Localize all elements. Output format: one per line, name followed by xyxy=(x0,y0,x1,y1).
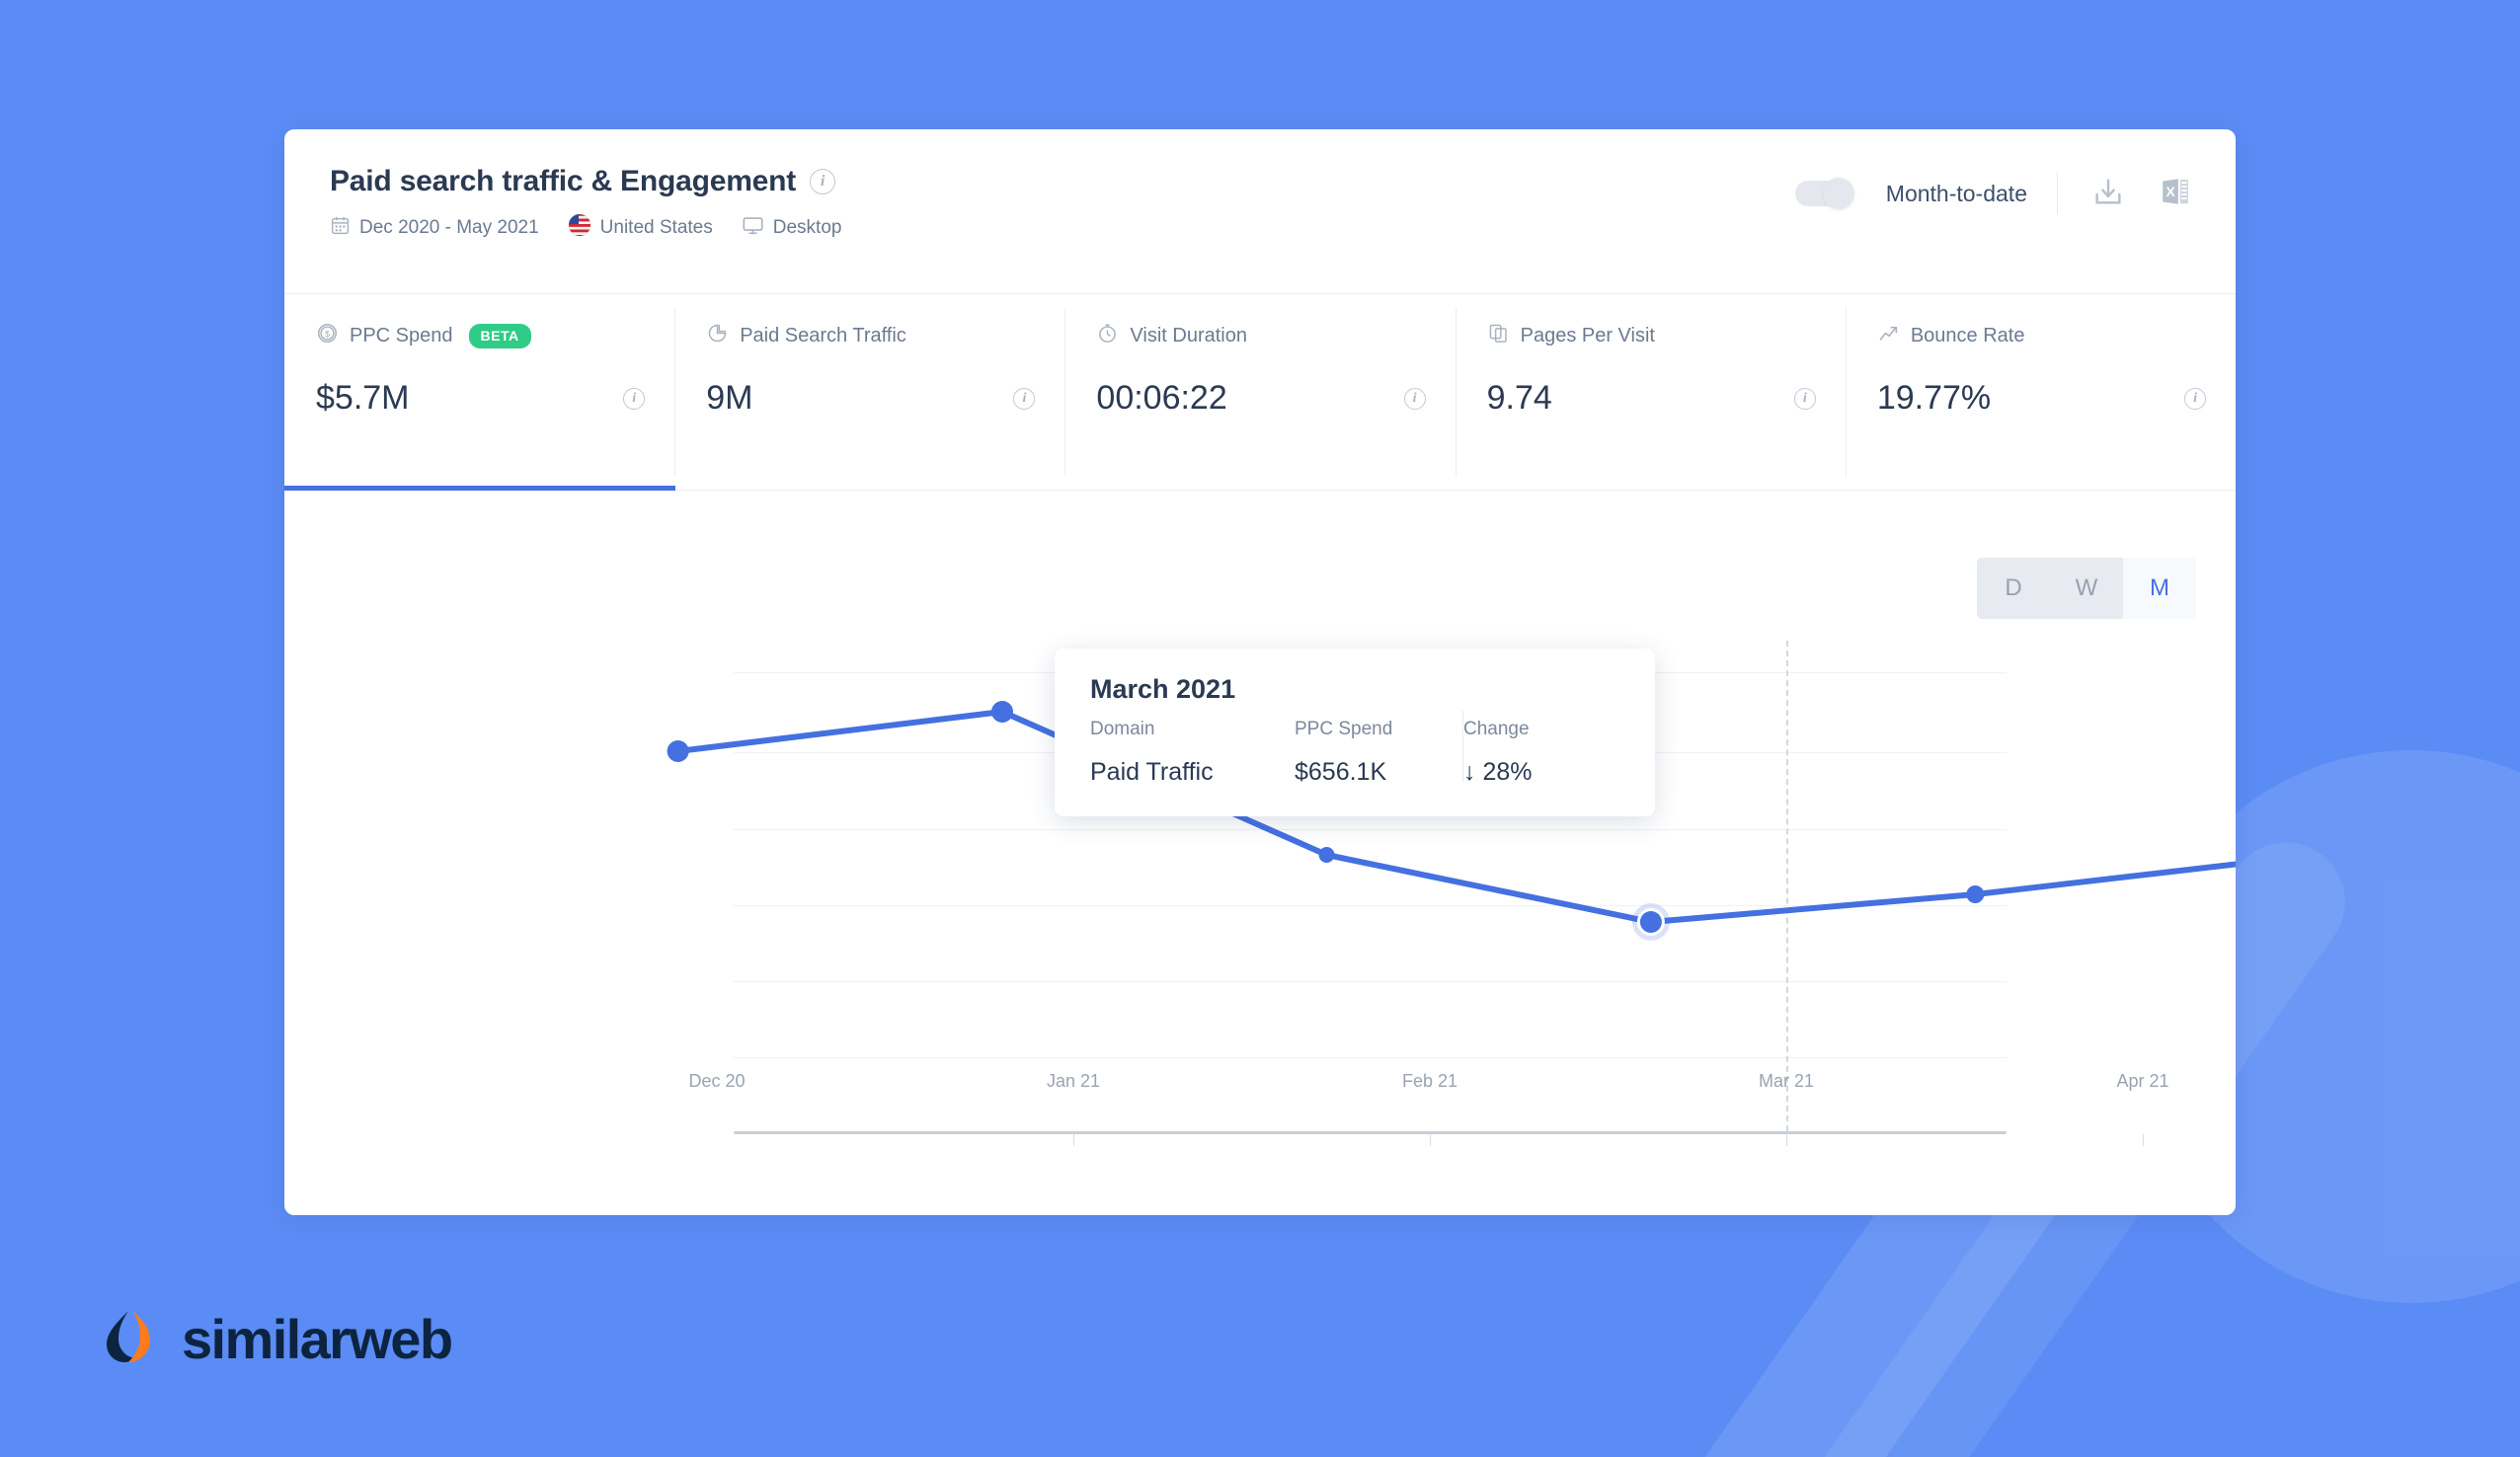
highlighted-data-point xyxy=(1631,903,1670,941)
x-axis-tick: Feb 21 xyxy=(1401,1071,1458,1091)
filters-summary: Dec 2020 - May 2021 United States Deskto… xyxy=(330,213,2196,243)
download-icon xyxy=(2091,175,2125,213)
us-flag-icon xyxy=(568,213,591,243)
panel-header: Paid search traffic & Engagement i Dec 2… xyxy=(284,129,2236,293)
metric-tabs: $ PPC Spend BETA $5.7M i Paid Search Tra… xyxy=(284,293,2236,491)
header-actions: Month-to-date X xyxy=(1794,173,2196,214)
month-to-date-label: Month-to-date xyxy=(1885,180,2027,206)
page-title: Paid search traffic & Engagement xyxy=(330,165,797,197)
metric-tab-bounce-rate[interactable]: Bounce Rate 19.77% i xyxy=(1845,294,2236,490)
data-point xyxy=(991,701,1013,723)
plot: $1.5M $1.3M $1M $750K $500K $250K $0 xyxy=(284,491,2236,1214)
metric-body: $5.7M i xyxy=(316,379,649,418)
metric-body: 9M i xyxy=(706,379,1039,418)
info-icon[interactable]: i xyxy=(1403,387,1426,410)
info-icon[interactable]: i xyxy=(1013,387,1036,410)
metric-label: Bounce Rate xyxy=(1910,324,2025,346)
excel-export-button[interactable]: X xyxy=(2155,173,2196,214)
chart-area: D W M $1.5M $1.3M $1M $750K $500K $250K … xyxy=(284,491,2236,1214)
calendar-icon xyxy=(330,215,351,242)
metric-value: 9M xyxy=(706,379,753,417)
tooltip-change-value: ↓ 28% xyxy=(1463,758,1533,786)
metric-label: PPC Spend xyxy=(350,324,453,346)
tooltip-table: Domain PPC Spend Change Paid Traffic $65… xyxy=(1090,705,1621,787)
date-range-label[interactable]: Dec 2020 - May 2021 xyxy=(359,217,539,239)
tooltip-series-name: Paid Traffic xyxy=(1090,758,1295,787)
paid-search-panel: Paid search traffic & Engagement i Dec 2… xyxy=(284,129,2236,1215)
beta-badge: BETA xyxy=(468,323,531,348)
svg-text:X: X xyxy=(2166,185,2175,200)
x-axis-tick: Jan 21 xyxy=(1046,1071,1101,1091)
x-axis-tick: Mar 21 xyxy=(1758,1071,1815,1091)
metric-value: 19.77% xyxy=(1876,379,1992,417)
metric-label: Pages Per Visit xyxy=(1520,324,1655,346)
line-series xyxy=(667,701,2236,941)
metric-value: 00:06:22 xyxy=(1096,379,1227,417)
pages-icon xyxy=(1487,322,1510,349)
metric-body: 19.77% i xyxy=(1877,379,2210,418)
similarweb-logo: similarweb xyxy=(99,1305,453,1373)
excel-export-icon: X xyxy=(2159,175,2192,213)
tooltip-col-domain: Domain xyxy=(1090,719,1155,739)
data-point xyxy=(1966,885,1985,903)
similarweb-wordmark: similarweb xyxy=(182,1308,453,1370)
metric-label: Visit Duration xyxy=(1130,324,1247,346)
metric-header: Pages Per Visit xyxy=(1487,322,1820,349)
info-icon[interactable]: i xyxy=(2184,387,2207,410)
metric-body: 00:06:22 i xyxy=(1096,379,1429,418)
svg-text:$: $ xyxy=(325,329,330,339)
x-axis-tick: Apr 21 xyxy=(2116,1071,2169,1091)
month-to-date-toggle[interactable] xyxy=(1794,178,1854,209)
metric-value: 9.74 xyxy=(1486,379,1552,417)
x-axis-tick: Dec 20 xyxy=(688,1071,746,1091)
stopwatch-icon xyxy=(1096,322,1119,349)
trend-arrow-icon xyxy=(1877,322,1900,349)
desktop-icon xyxy=(742,214,764,243)
chart-tooltip: March 2021 Domain PPC Spend Change Paid … xyxy=(1055,649,1655,816)
info-icon[interactable]: i xyxy=(810,169,836,194)
device-label[interactable]: Desktop xyxy=(773,217,842,239)
metric-body: 9.74 i xyxy=(1487,379,1820,418)
data-point xyxy=(1318,847,1335,863)
tooltip-col-change: Change xyxy=(1463,719,1530,739)
metric-header: Bounce Rate xyxy=(1877,322,2210,349)
tooltip-spend-value: $656.1K xyxy=(1295,758,1387,786)
similarweb-droplet-icon xyxy=(99,1305,162,1373)
tooltip-col-spend: PPC Spend xyxy=(1295,719,1393,739)
pie-chart-icon xyxy=(706,322,729,349)
metric-tab-ppc-spend[interactable]: $ PPC Spend BETA $5.7M i xyxy=(284,294,676,491)
divider xyxy=(2057,173,2058,214)
metric-header: Paid Search Traffic xyxy=(706,322,1039,349)
metric-tab-pages-per-visit[interactable]: Pages Per Visit 9.74 i xyxy=(1455,294,1846,490)
metric-header: Visit Duration xyxy=(1096,322,1429,349)
metric-tab-visit-duration[interactable]: Visit Duration 00:06:22 i xyxy=(1064,294,1455,490)
metric-label: Paid Search Traffic xyxy=(740,324,906,346)
metric-header: $ PPC Spend BETA xyxy=(316,322,649,349)
metric-value: $5.7M xyxy=(316,379,410,417)
download-button[interactable] xyxy=(2087,173,2129,214)
info-icon[interactable]: i xyxy=(623,387,646,410)
country-label[interactable]: United States xyxy=(600,217,713,239)
info-icon[interactable]: i xyxy=(1793,387,1816,410)
dollar-circle-icon: $ xyxy=(316,322,339,349)
metric-tab-paid-search-traffic[interactable]: Paid Search Traffic 9M i xyxy=(674,294,1064,490)
tooltip-title: March 2021 xyxy=(1090,674,1236,704)
toggle-knob xyxy=(1822,178,1854,209)
series-label: Paid Traffic xyxy=(1090,758,1214,786)
data-point xyxy=(667,740,689,762)
